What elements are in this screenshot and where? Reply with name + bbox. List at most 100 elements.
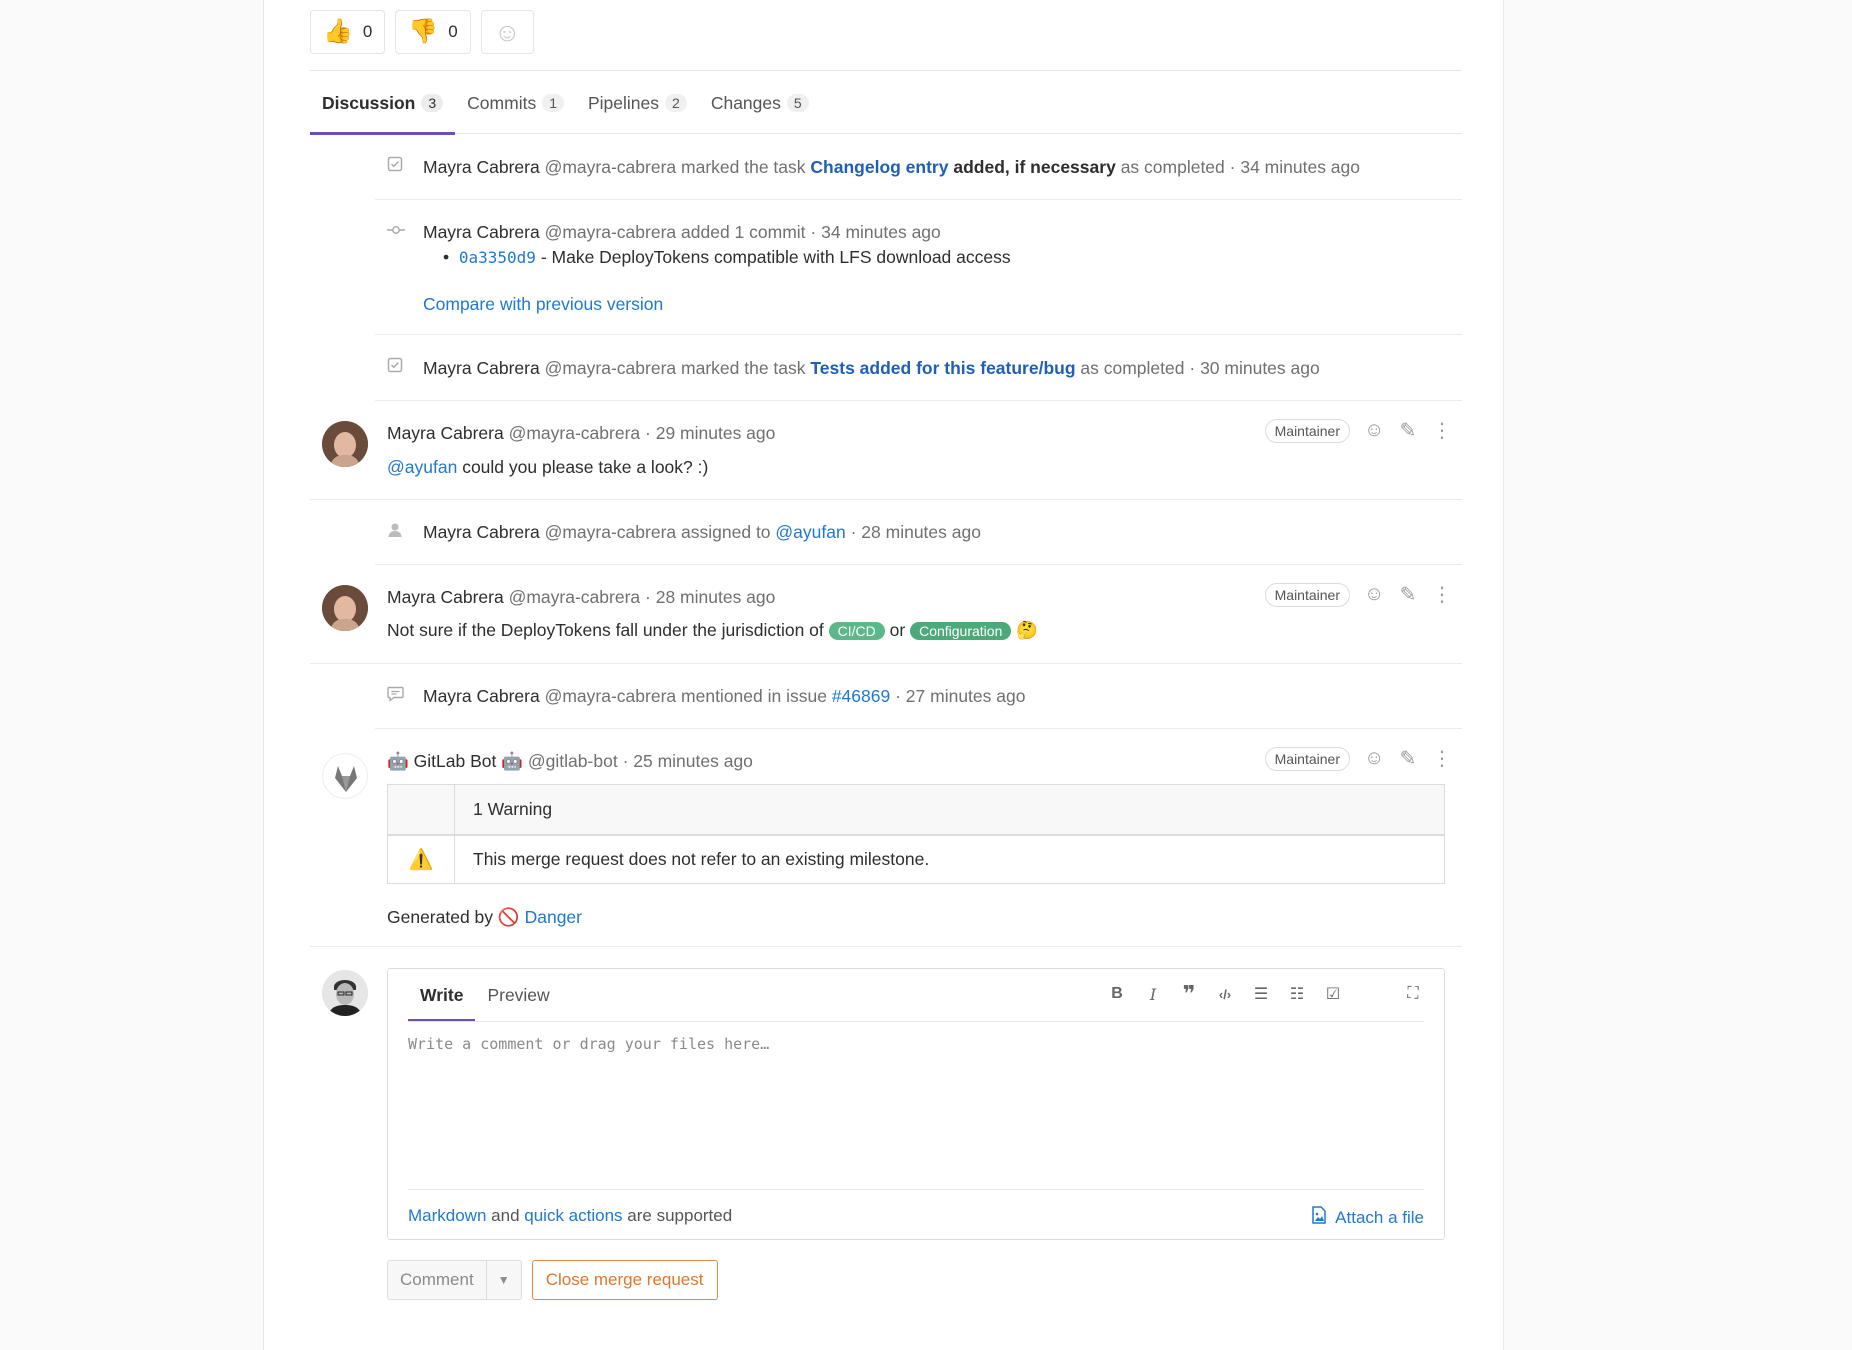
- system-note-text: Mayra Cabrera @mayra-cabrera mentioned i…: [423, 686, 1025, 707]
- comment-button[interactable]: Comment: [388, 1261, 487, 1299]
- quick-actions-link[interactable]: quick actions: [524, 1206, 622, 1225]
- fullscreen-icon[interactable]: ⛶: [1402, 983, 1424, 1005]
- author-name[interactable]: Mayra Cabrera: [423, 222, 540, 242]
- more-actions-icon[interactable]: ⋮: [1432, 746, 1452, 771]
- tab-changes[interactable]: Changes 5: [699, 72, 821, 134]
- edit-pencil-icon[interactable]: ✎: [1398, 582, 1418, 607]
- thumbsdown-award-button[interactable]: 👎 0: [395, 10, 471, 54]
- tab-write[interactable]: Write: [408, 969, 476, 1022]
- author-handle[interactable]: @gitlab-bot: [528, 751, 618, 771]
- tab-preview[interactable]: Preview: [475, 969, 561, 1021]
- author-handle[interactable]: @mayra-cabrera: [509, 587, 641, 607]
- author-handle[interactable]: @mayra-cabrera: [545, 358, 677, 378]
- task-text: added, if necessary: [953, 157, 1116, 177]
- warning-text: This merge request does not refer to an …: [473, 849, 930, 869]
- quote-icon[interactable]: ❞: [1178, 981, 1200, 1006]
- author-handle[interactable]: @mayra-cabrera: [509, 423, 641, 443]
- markdown-link[interactable]: Markdown: [408, 1206, 486, 1225]
- action-text: mentioned in issue: [681, 686, 827, 706]
- comment-split-button: Comment ▼: [387, 1260, 522, 1300]
- edit-pencil-icon[interactable]: ✎: [1398, 418, 1418, 443]
- task-link[interactable]: Changelog entry: [810, 157, 948, 177]
- comment-textarea[interactable]: Write a comment or drag your files here…: [408, 1035, 1424, 1053]
- issue-link[interactable]: #46869: [832, 686, 890, 706]
- thumbsup-award-button[interactable]: 👍 0: [310, 10, 386, 54]
- danger-link[interactable]: Danger: [525, 907, 582, 927]
- system-note-mentioned: Mayra Cabrera @mayra-cabrera mentioned i…: [375, 664, 1462, 729]
- compare-link[interactable]: Compare with previous version: [423, 294, 663, 314]
- bold-icon[interactable]: B: [1106, 983, 1128, 1005]
- thumbsup-icon: 👍: [323, 18, 353, 45]
- author-name[interactable]: Mayra Cabrera: [387, 423, 504, 443]
- bullet-list-icon[interactable]: ☰: [1250, 983, 1272, 1005]
- system-note-text: Mayra Cabrera @mayra-cabrera marked the …: [423, 157, 1360, 178]
- add-reaction-icon[interactable]: ☺: [1364, 747, 1384, 770]
- commit-sha-link[interactable]: 0a3350d9: [459, 248, 536, 267]
- user-mention-link[interactable]: @ayufan: [387, 457, 457, 477]
- action-text: assigned to: [681, 522, 771, 542]
- task-list-icon[interactable]: ☑: [1322, 983, 1344, 1005]
- numbered-list-icon[interactable]: ☷: [1286, 983, 1308, 1005]
- table-row: ⚠️ This merge request does not refer to …: [388, 834, 1444, 883]
- task-link[interactable]: Tests added for this feature/bug: [810, 358, 1075, 378]
- thumbsdown-count: 0: [448, 22, 458, 41]
- tab-discussion[interactable]: Discussion 3: [310, 72, 456, 135]
- italic-icon[interactable]: I: [1142, 983, 1164, 1005]
- more-actions-icon[interactable]: ⋮: [1432, 418, 1452, 443]
- bullet: •: [443, 247, 450, 267]
- timestamp[interactable]: · 25 minutes ago: [623, 751, 753, 771]
- note-body: @ayufan could you please take a look? :): [387, 457, 708, 478]
- author-name[interactable]: GitLab Bot: [414, 751, 497, 771]
- tab-commits[interactable]: Commits 1: [455, 72, 576, 134]
- author-handle[interactable]: @mayra-cabrera: [545, 522, 677, 542]
- author-name[interactable]: Mayra Cabrera: [423, 522, 540, 542]
- commit-icon: [387, 222, 405, 239]
- avatar[interactable]: [322, 421, 368, 467]
- tab-label: Commits: [467, 92, 537, 113]
- gitlab-bot-avatar[interactable]: [322, 753, 368, 799]
- smiley-icon: ☺: [493, 16, 521, 47]
- note-actions: Maintainer ☺ ✎ ⋮: [1264, 418, 1452, 443]
- generated-by-text: Generated by: [387, 907, 494, 927]
- current-user-avatar[interactable]: [322, 970, 368, 1016]
- comment-bubble-icon: [387, 686, 405, 706]
- more-actions-icon[interactable]: ⋮: [1432, 582, 1452, 607]
- timestamp[interactable]: · 29 minutes ago: [645, 423, 775, 443]
- divider: [408, 1189, 1424, 1190]
- attach-file-button[interactable]: Attach a file: [1311, 1206, 1424, 1229]
- tab-count: 2: [665, 94, 687, 112]
- author-handle[interactable]: @mayra-cabrera: [545, 222, 677, 242]
- tab-count: 3: [421, 94, 444, 112]
- role-badge: Maintainer: [1264, 418, 1350, 443]
- supported-text: are supported: [627, 1206, 733, 1225]
- tab-count: 5: [786, 94, 809, 112]
- assignee-link[interactable]: @ayufan: [775, 522, 845, 542]
- add-reaction-button[interactable]: ☺: [480, 10, 534, 54]
- suffix-text: as completed: [1080, 358, 1185, 378]
- author-name[interactable]: Mayra Cabrera: [423, 358, 540, 378]
- timestamp[interactable]: · 28 minutes ago: [645, 587, 775, 607]
- author-handle[interactable]: @mayra-cabrera: [545, 686, 677, 706]
- note-header: 🤖 GitLab Bot 🤖 @gitlab-bot · 25 minutes …: [387, 751, 753, 772]
- label-ci-cd[interactable]: CI/CD: [828, 622, 885, 640]
- tab-label: Pipelines: [588, 92, 660, 113]
- label-configuration[interactable]: Configuration: [910, 622, 1012, 640]
- author-name[interactable]: Mayra Cabrera: [423, 157, 540, 177]
- author-name[interactable]: Mayra Cabrera: [423, 686, 540, 706]
- tab-pipelines[interactable]: Pipelines 2: [576, 72, 699, 134]
- role-badge: Maintainer: [1264, 746, 1350, 771]
- add-reaction-icon[interactable]: ☺: [1364, 419, 1384, 442]
- add-reaction-icon[interactable]: ☺: [1364, 583, 1384, 606]
- close-merge-request-button[interactable]: Close merge request: [531, 1260, 718, 1300]
- system-note-text: Mayra Cabrera @mayra-cabrera marked the …: [423, 358, 1320, 379]
- discussion-note: Mayra Cabrera @mayra-cabrera · 28 minute…: [310, 565, 1462, 664]
- tab-count: 1: [542, 94, 564, 112]
- code-icon[interactable]: ‹/›: [1214, 983, 1236, 1005]
- avatar[interactable]: [322, 585, 368, 631]
- note-actions: Maintainer ☺ ✎ ⋮: [1264, 746, 1452, 771]
- author-name[interactable]: Mayra Cabrera: [387, 587, 504, 607]
- author-handle[interactable]: @mayra-cabrera: [545, 157, 677, 177]
- edit-pencil-icon[interactable]: ✎: [1398, 746, 1418, 771]
- comment-form: Write Preview B I ❞ ‹/› ☰ ☷ ☑ ⛶ Write a …: [387, 968, 1445, 1240]
- caret-down-icon[interactable]: ▼: [487, 1261, 521, 1299]
